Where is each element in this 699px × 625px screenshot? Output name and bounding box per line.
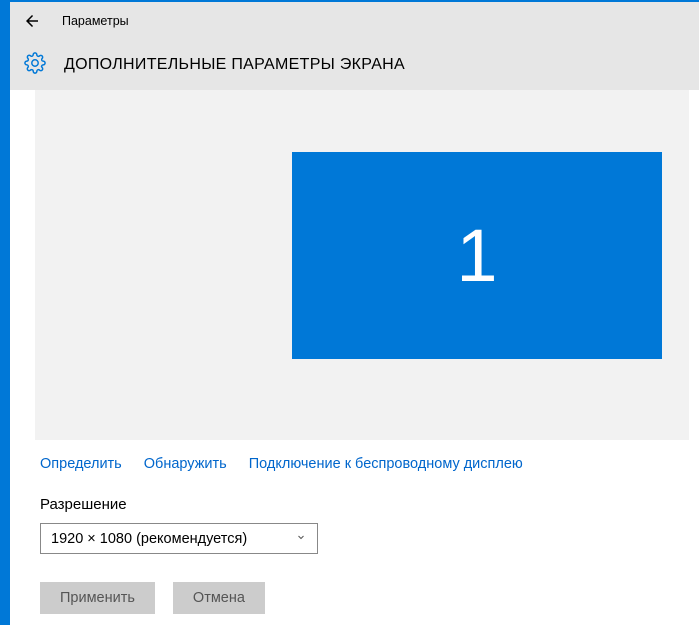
- page-title: ДОПОЛНИТЕЛЬНЫЕ ПАРАМЕТРЫ ЭКРАНА: [64, 56, 405, 74]
- back-button[interactable]: [20, 9, 44, 33]
- window-title: Параметры: [62, 14, 129, 28]
- monitor-tile-1[interactable]: 1: [292, 152, 662, 359]
- page-header: ДОПОЛНИТЕЛЬНЫЕ ПАРАМЕТРЫ ЭКРАНА: [10, 40, 699, 90]
- detect-link[interactable]: Обнаружить: [144, 456, 227, 472]
- chevron-down-icon: [295, 531, 307, 547]
- cancel-button[interactable]: Отмена: [173, 582, 265, 614]
- content-area: 1 Определить Обнаружить Подключение к бе…: [10, 90, 699, 625]
- display-preview-area: 1: [35, 90, 689, 440]
- resolution-section: Разрешение 1920 × 1080 (рекомендуется): [40, 496, 699, 554]
- identify-link[interactable]: Определить: [40, 456, 122, 472]
- display-actions-row: Определить Обнаружить Подключение к бесп…: [40, 456, 699, 472]
- button-row: Применить Отмена: [40, 582, 699, 614]
- resolution-dropdown[interactable]: 1920 × 1080 (рекомендуется): [40, 523, 318, 554]
- titlebar: Параметры: [10, 2, 699, 40]
- gear-icon: [24, 52, 46, 79]
- resolution-selected-value: 1920 × 1080 (рекомендуется): [51, 531, 247, 547]
- monitor-number: 1: [456, 213, 497, 298]
- wireless-display-link[interactable]: Подключение к беспроводному дисплею: [249, 456, 523, 472]
- arrow-left-icon: [23, 12, 41, 30]
- apply-button[interactable]: Применить: [40, 582, 155, 614]
- resolution-label: Разрешение: [40, 496, 699, 513]
